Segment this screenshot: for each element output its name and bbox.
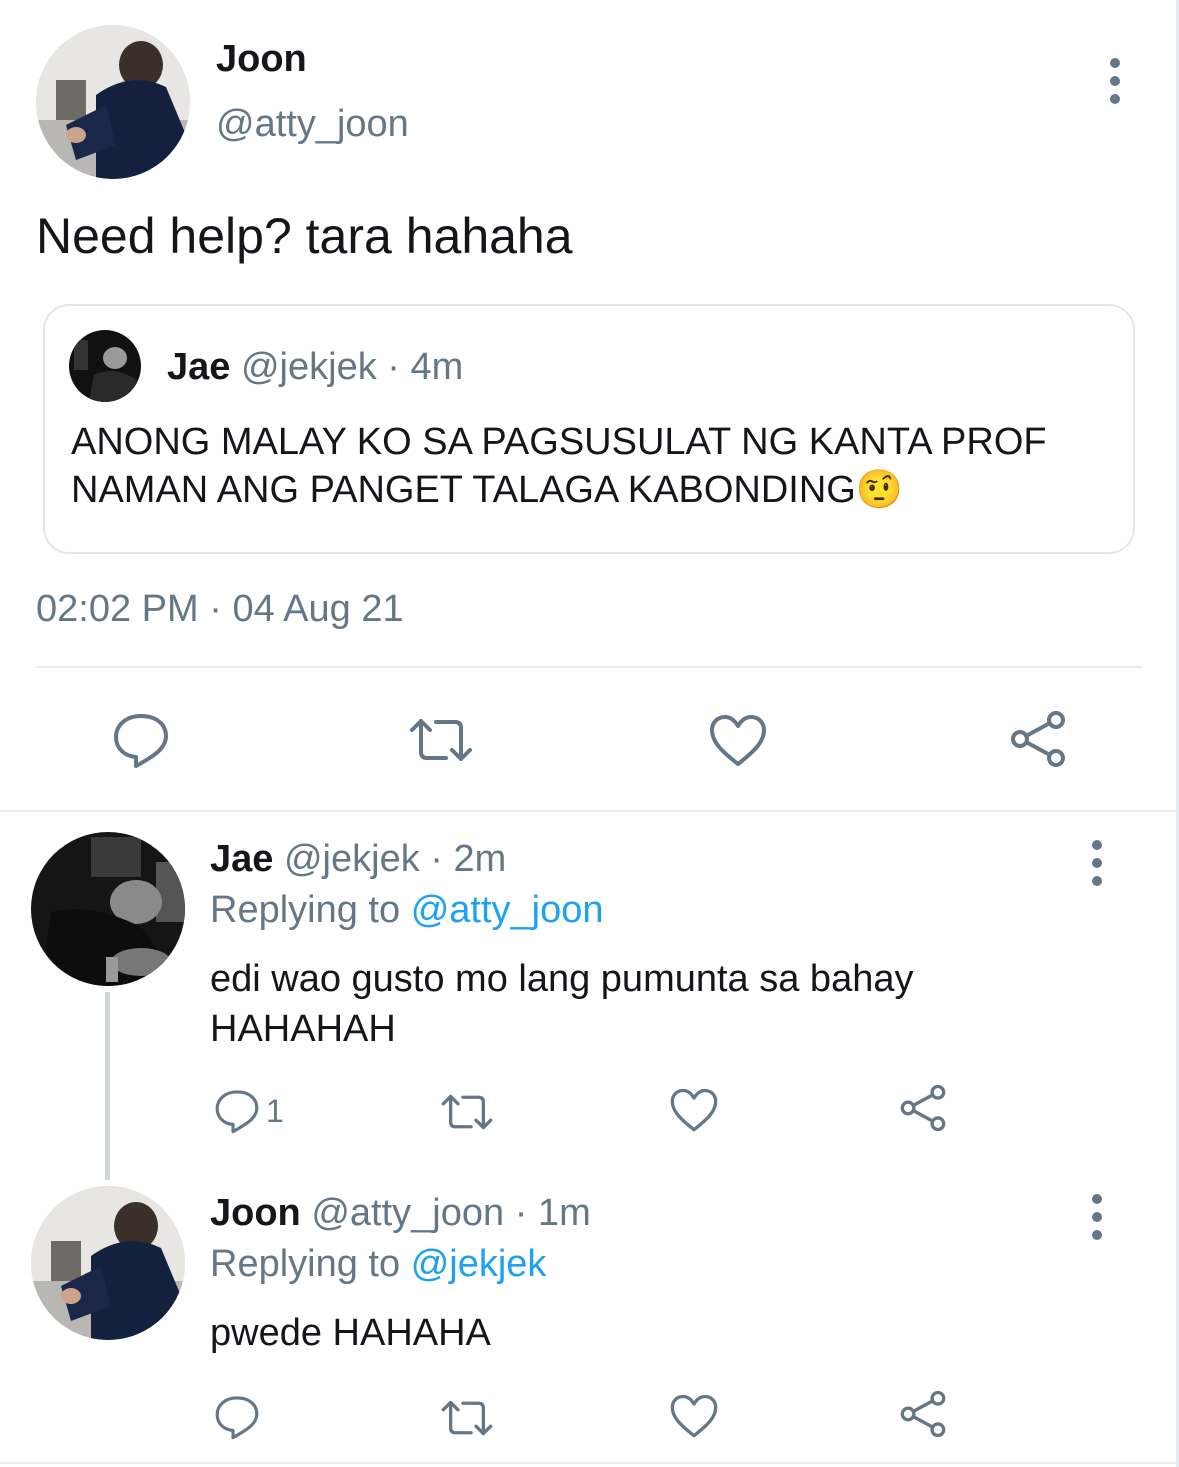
reply1-author-name[interactable]: Jae [210,838,273,880]
reply1-share-button[interactable] [898,1084,948,1132]
tweet-thread-page: Joon @atty_joon Need help? tara hahaha J… [0,0,1179,1467]
reply1-header: Jae @jekjek · 2m [210,838,506,881]
quoted-time-ago: · 4m [387,346,464,388]
main-author-avatar[interactable] [36,25,190,179]
reply2-more-icon[interactable] [1092,1194,1102,1240]
reply1-retweet-button[interactable] [440,1092,494,1132]
retweet-icon [441,1094,493,1130]
reply2-reply-button[interactable] [214,1394,260,1440]
reply1-author-handle[interactable]: @jekjek [284,838,420,880]
share-icon [900,1390,946,1438]
reply1-replying-label: Replying to [210,889,401,931]
quoted-tweet-text: ANONG MALAY KO SA PAGSUSULAT NG KANTA PR… [71,418,1111,514]
thread-divider [0,810,1176,812]
reply1-like-button[interactable] [669,1088,719,1133]
reply1-reply-count: 1 [266,1092,284,1129]
reply2-replying-label: Replying to [210,1243,401,1285]
main-tweet-text: Need help? tara hahaha [36,208,573,264]
quoted-author-name: Jae [167,346,231,388]
quoted-author-handle: @jekjek [240,346,377,388]
heart-icon [670,1394,718,1438]
timestamp-date: 04 Aug 21 [232,588,404,630]
reply1-replying-to: Replying to @atty_joon [210,889,604,932]
main-tweet-divider [36,666,1142,668]
quoted-author-avatar [69,330,141,402]
retweet-button[interactable] [408,716,474,764]
share-icon [1011,711,1065,767]
share-icon [900,1084,946,1132]
reply1-replying-handle-link[interactable]: @atty_joon [411,889,604,931]
reply2-author-name[interactable]: Joon [210,1192,301,1234]
reply2-retweet-button[interactable] [440,1398,494,1438]
reply1-author-avatar[interactable] [31,832,185,986]
reply1-time-ago: · 2m [430,838,507,880]
reply2-author-handle[interactable]: @atty_joon [311,1192,504,1234]
main-tweet-timestamp: 02:02 PM · 04 Aug 21 [36,588,404,631]
reply2-author-avatar[interactable] [31,1186,185,1340]
reply2-text: pwede HAHAHA [210,1312,491,1354]
reply1-more-icon[interactable] [1092,840,1102,886]
reply1-text: edi wao gusto mo lang pumunta sa bahay H… [210,958,914,1050]
reply2-like-button[interactable] [669,1394,719,1439]
thread-connector-line [105,992,110,1180]
reply1-reply-button[interactable]: 1 [214,1088,284,1134]
quoted-tweet-card[interactable]: Jae @jekjek · 4m ANONG MALAY KO SA PAGSU… [43,304,1135,554]
reply-icon [215,1090,259,1134]
raised-eyebrow-emoji-icon: 🤨 [855,469,904,511]
timestamp-separator: · [209,588,222,630]
reply2-time-ago: · 1m [514,1192,591,1234]
main-tweet-more-icon[interactable] [1110,58,1120,104]
heart-icon [710,715,766,766]
reply-icon [114,714,168,768]
reply2-header: Joon @atty_joon · 1m [210,1192,591,1235]
reply2-replying-to: Replying to @jekjek [210,1243,546,1286]
reply-button[interactable] [112,712,170,768]
retweet-icon [410,719,472,761]
share-button[interactable] [1008,710,1068,768]
main-author-name[interactable]: Joon [216,38,307,81]
retweet-icon [441,1400,493,1436]
reply2-replying-handle-link[interactable]: @jekjek [411,1243,547,1285]
heart-icon [670,1088,718,1132]
bottom-divider [0,1462,1176,1464]
main-author-handle[interactable]: @atty_joon [216,103,409,146]
reply2-share-button[interactable] [898,1390,948,1438]
timestamp-time: 02:02 PM [36,588,199,630]
like-button[interactable] [708,714,768,768]
reply-icon [215,1396,259,1440]
